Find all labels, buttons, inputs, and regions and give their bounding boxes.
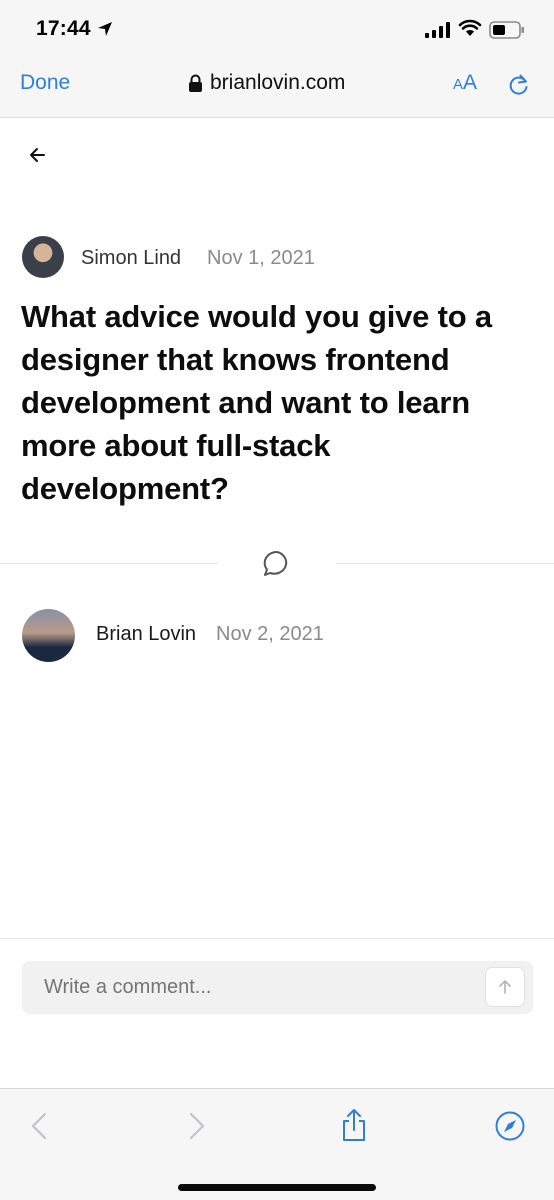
divider <box>336 563 554 564</box>
wifi-icon <box>458 19 482 36</box>
chevron-left-icon[interactable] <box>30 1111 48 1141</box>
lock-icon <box>189 74 202 92</box>
text-size-small-a: A <box>453 76 464 93</box>
send-button[interactable] <box>485 967 525 1007</box>
reply-date: Nov 2, 2021 <box>216 623 324 645</box>
home-indicator <box>178 1184 376 1191</box>
divider <box>0 938 554 939</box>
location-arrow-icon <box>98 22 112 36</box>
question-author[interactable]: Simon Lind <box>81 247 181 270</box>
avatar[interactable] <box>22 609 75 662</box>
battery-icon <box>489 21 524 39</box>
arrow-left-icon[interactable] <box>27 145 49 165</box>
text-size-button[interactable]: AA <box>453 71 477 95</box>
question-title: What advice would you give to a designer… <box>21 299 492 506</box>
status-bar: 17:44 <box>0 0 554 60</box>
share-icon[interactable] <box>340 1108 368 1142</box>
browser-top-bar: Done brianlovin.com AA <box>0 60 554 118</box>
cellular-signal-icon <box>425 22 450 38</box>
comment-form <box>22 961 533 1014</box>
avatar[interactable] <box>22 236 64 278</box>
speech-bubble-icon <box>263 550 288 576</box>
url-field[interactable]: brianlovin.com <box>188 71 345 95</box>
comment-input[interactable] <box>44 976 484 999</box>
question-date: Nov 1, 2021 <box>207 247 315 269</box>
text-size-large-a: A <box>463 71 478 94</box>
browser-toolbar <box>0 1088 554 1200</box>
url-text: brianlovin.com <box>210 71 346 94</box>
status-time: 17:44 <box>36 17 91 40</box>
divider <box>0 563 218 564</box>
reply-author[interactable]: Brian Lovin <box>96 623 196 646</box>
done-button[interactable]: Done <box>20 71 70 95</box>
compass-icon[interactable] <box>494 1110 526 1142</box>
chevron-right-icon[interactable] <box>188 1111 206 1141</box>
arrow-up-icon <box>499 980 511 994</box>
reload-icon[interactable] <box>507 73 531 97</box>
